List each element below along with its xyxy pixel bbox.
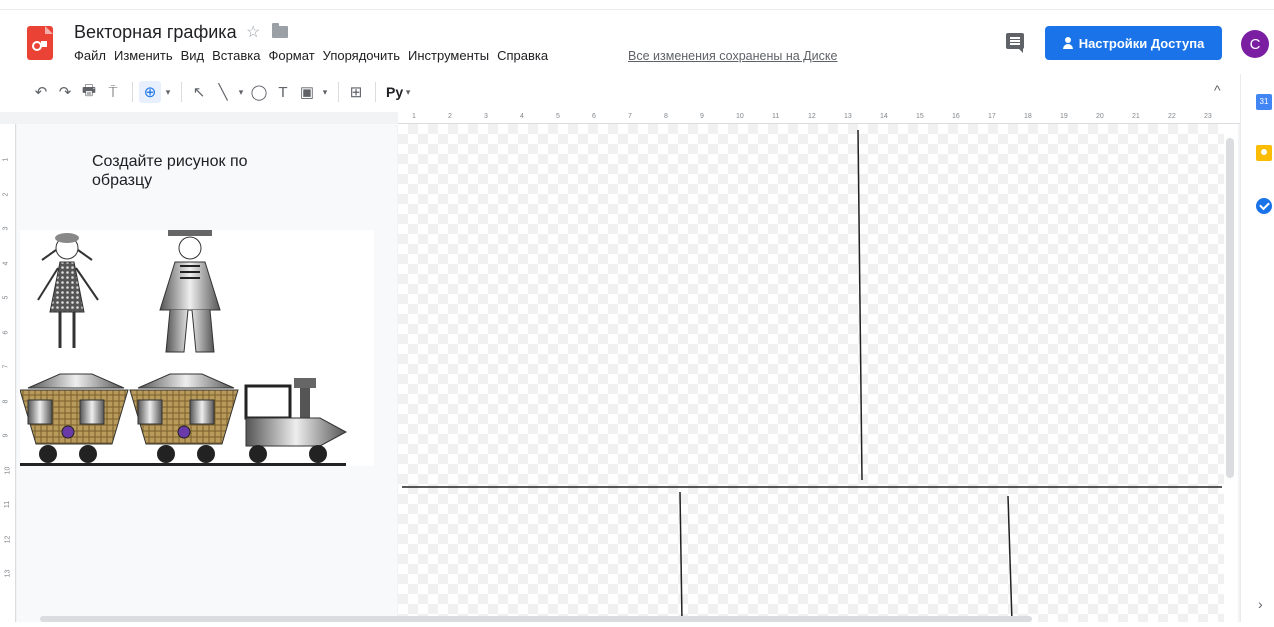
person-icon: [1062, 37, 1073, 49]
menu-tools[interactable]: Инструменты: [408, 48, 489, 63]
image-tool-icon[interactable]: ▣: [296, 81, 318, 103]
ruler-number: 10: [736, 113, 744, 120]
document-title[interactable]: Векторная графика: [74, 22, 237, 43]
undo-icon[interactable]: ↶: [30, 81, 52, 103]
toolbar-divider: [338, 82, 339, 102]
ruler-number: 14: [880, 113, 888, 120]
avatar[interactable]: C: [1241, 30, 1269, 58]
star-icon[interactable]: ☆: [246, 22, 260, 42]
ruler-number: 10: [4, 466, 12, 474]
menu-file[interactable]: Файл: [74, 48, 106, 63]
sample-picture[interactable]: [19, 230, 374, 466]
ruler-number: 11: [772, 113, 780, 120]
ruler-number: 17: [988, 113, 996, 120]
paint-format-icon[interactable]: ⍑: [102, 81, 124, 103]
vertical-line-1: [857, 129, 863, 481]
ruler-number: 4: [2, 261, 10, 265]
line-dropdown-icon[interactable]: ▾: [236, 81, 246, 103]
ruler-number: 5: [2, 295, 10, 300]
ruler-number: 4: [520, 113, 524, 120]
ruler-number: 8: [664, 113, 668, 120]
ruler-number: 5: [556, 113, 560, 120]
image-dropdown-icon[interactable]: ▾: [320, 81, 330, 103]
ruler-number: 6: [2, 330, 10, 334]
ruler-number: 18: [1024, 113, 1032, 120]
ruler-number: 20: [1096, 113, 1104, 120]
ruler-number: 1: [412, 113, 416, 120]
zoom-dropdown-icon[interactable]: ▾: [163, 81, 173, 103]
line-tool-icon[interactable]: ╲: [212, 81, 234, 103]
vertical-scrollbar-thumb[interactable]: [1226, 138, 1234, 478]
ruler-number: 2: [2, 192, 10, 196]
redo-icon[interactable]: ↷: [54, 81, 76, 103]
ruler-number: 16: [952, 113, 960, 120]
collapse-toolbar-icon[interactable]: ^: [1214, 82, 1221, 98]
expand-panel-icon[interactable]: ›: [1258, 596, 1263, 612]
input-language-button[interactable]: Ру: [386, 84, 403, 100]
wagon-1: [19, 373, 129, 463]
ruler-number: 13: [844, 113, 852, 120]
menu-edit[interactable]: Изменить: [114, 48, 173, 63]
vertical-line-2: [679, 491, 683, 623]
folder-icon[interactable]: [272, 23, 288, 38]
ruler-number: 23: [1204, 113, 1212, 120]
rail-line: [20, 463, 346, 466]
ruler-number: 7: [628, 113, 632, 120]
ruler-number: 8: [2, 399, 10, 403]
ruler-number: 9: [700, 113, 704, 120]
toolbar: ↶ ↷ 🖶 ⍑ ⊕ ▾ ↖ ╲ ▾ ◯ T ▣ ▾ ⊞ Ру ▾: [0, 74, 1240, 110]
saved-status-link[interactable]: Все изменения сохранены на Диске: [628, 49, 837, 63]
menu-insert[interactable]: Вставка: [212, 48, 260, 63]
ruler-number: 21: [1132, 113, 1140, 120]
ruler-number: 12: [4, 535, 12, 543]
menu-help[interactable]: Справка: [497, 48, 548, 63]
ruler-number: 3: [484, 113, 488, 120]
zoom-icon[interactable]: ⊕: [139, 81, 161, 103]
left-ruler[interactable]: 1 2 3 4 5 6 7 8 9 10 11 12 13: [0, 124, 16, 622]
ruler-number: 7: [2, 364, 10, 369]
add-comment-icon[interactable]: ⊞: [345, 81, 367, 103]
calendar-icon[interactable]: 31: [1256, 94, 1272, 110]
slides-logo-icon[interactable]: [27, 26, 53, 60]
tasks-icon[interactable]: [1256, 198, 1272, 214]
ruler-number: 1: [2, 157, 10, 162]
language-dropdown-icon[interactable]: ▾: [403, 81, 413, 103]
comment-history-icon[interactable]: [1006, 33, 1024, 53]
window-top-edge: [0, 0, 1274, 10]
ruler-number: 12: [808, 113, 816, 120]
wagon-2: [129, 373, 239, 463]
ruler-number: 11: [4, 500, 12, 509]
locomotive: [244, 378, 348, 463]
menu-bar: Файл Изменить Вид Вставка Формат Упорядо…: [74, 48, 556, 63]
vertical-line-3: [1007, 495, 1013, 623]
girl-figure: [37, 233, 99, 348]
share-button-label: Настройки Доступа: [1078, 35, 1205, 51]
print-icon[interactable]: 🖶: [78, 81, 100, 103]
ruler-number: 6: [592, 113, 596, 120]
ruler-number: 2: [448, 113, 452, 120]
menu-arrange[interactable]: Упорядочить: [323, 48, 400, 63]
toolbar-divider: [132, 82, 133, 102]
shape-tool-icon[interactable]: ◯: [248, 81, 270, 103]
textbox-tool-icon[interactable]: T: [272, 81, 294, 103]
top-ruler[interactable]: 1 2 3 4 5 6 7 8 9 10 11 12 13 14 15 16 17 18 19 20 21 22 23: [398, 112, 1240, 124]
task-instruction-text[interactable]: Создайте рисунок по образцу: [92, 152, 312, 190]
menu-view[interactable]: Вид: [181, 48, 205, 63]
sailor-figure: [159, 230, 221, 353]
ruler-number: 9: [2, 433, 10, 438]
toolbar-divider: [375, 82, 376, 102]
toolbar-divider: [181, 82, 182, 102]
keep-icon[interactable]: [1256, 145, 1272, 161]
select-cursor-icon[interactable]: ↖: [188, 81, 210, 103]
drawing-canvas[interactable]: [398, 124, 1224, 623]
horizontal-scrollbar[interactable]: [40, 616, 1032, 622]
ruler-number: 19: [1060, 113, 1068, 120]
share-button[interactable]: Настройки Доступа: [1045, 26, 1222, 60]
ruler-number: 22: [1168, 113, 1176, 120]
ruler-number: 3: [2, 226, 10, 231]
ruler-number: 13: [4, 569, 12, 578]
menu-format[interactable]: Формат: [268, 48, 314, 63]
ruler-number: 15: [916, 113, 924, 120]
